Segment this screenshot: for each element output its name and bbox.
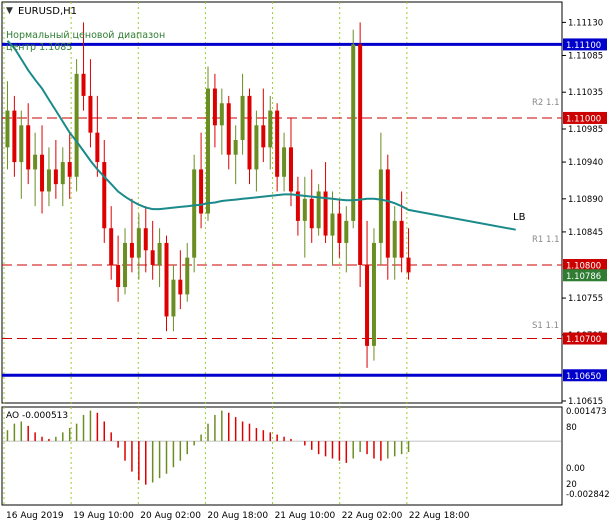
- price-badge-label: 1.11100: [566, 41, 601, 51]
- candle-body: [88, 95, 93, 133]
- candle-body: [406, 257, 411, 273]
- ao-level-0: 0.00: [566, 464, 585, 474]
- candle-body: [365, 264, 370, 346]
- candle-body: [95, 132, 100, 163]
- candle-body: [268, 110, 273, 148]
- candle-body: [67, 162, 72, 177]
- collapse-arrow-icon[interactable]: ▼: [6, 6, 13, 16]
- candle-body: [53, 169, 58, 185]
- candle-body: [123, 242, 128, 288]
- lb-label: LB: [513, 212, 526, 223]
- candle-body: [19, 125, 24, 163]
- candle-body: [192, 169, 197, 258]
- candle-body: [81, 73, 86, 96]
- indicator-name: Нормальный ценовой диапазон: [6, 30, 165, 41]
- price-badge-label: 1.10786: [566, 272, 601, 282]
- candle-body: [164, 242, 169, 317]
- candle-body: [150, 250, 155, 265]
- candle-body: [185, 257, 190, 295]
- candle-body: [351, 44, 356, 221]
- candle-body: [254, 125, 259, 170]
- candle-body: [143, 228, 148, 251]
- candle-body: [385, 169, 390, 258]
- candle-body: [199, 169, 204, 214]
- candle-body: [5, 110, 10, 148]
- price-tick-label: 1.10755: [568, 294, 603, 304]
- time-label: 20 Aug 18:00: [207, 511, 268, 521]
- time-label: 16 Aug 2019: [6, 511, 64, 521]
- price-badge-label: 1.10650: [566, 372, 601, 382]
- candle-body: [392, 220, 397, 258]
- candle-body: [206, 88, 210, 214]
- candle-body: [240, 95, 245, 141]
- candle-body: [261, 125, 266, 148]
- candle-body: [358, 44, 363, 265]
- candle-body: [212, 88, 217, 126]
- price-tick-label: 1.10845: [568, 228, 603, 238]
- price-scale: 1.11130 1.11085 1.11035 1.10985 1.10940 1.108…: [562, 18, 603, 407]
- candle-body: [378, 169, 383, 243]
- candle-body: [309, 198, 314, 229]
- candle-body: [102, 162, 107, 229]
- ao-scale-bottom: -0.002842: [566, 490, 609, 500]
- candle-body: [33, 154, 38, 170]
- pivot-r1-label: R1 1.1: [532, 235, 560, 245]
- candle-body: [288, 147, 293, 192]
- candle-body: [282, 147, 287, 177]
- ao-scale-top: 0.001473: [566, 407, 607, 417]
- price-tick-label: 1.11035: [568, 88, 603, 98]
- candle-body: [302, 198, 307, 221]
- trading-chart[interactable]: ▼ EURUSD,H1 Нормальный ценовой диапазон …: [0, 0, 609, 525]
- pivot-r2-label: R2 1.1: [532, 98, 560, 108]
- candle-body: [344, 220, 349, 243]
- candle-body: [60, 162, 65, 185]
- time-label: 20 Aug 02:00: [140, 511, 201, 521]
- time-label: 22 Aug 18:00: [409, 511, 470, 521]
- candle-body: [178, 279, 183, 295]
- ao-panel[interactable]: [1, 406, 563, 506]
- price-tick-label: 1.10985: [568, 125, 603, 135]
- pivot-s1-label: S1 1.1: [532, 321, 559, 331]
- time-axis: 16 Aug 2019 19 Aug 10:00 20 Aug 02:00 20 Au…: [6, 511, 470, 521]
- candle-body: [157, 242, 162, 265]
- candle-body: [233, 140, 238, 155]
- price-tick-label: 1.10615: [568, 397, 603, 407]
- candle-body: [219, 103, 224, 126]
- price-badge-label: 1.11000: [566, 114, 601, 124]
- candle-body: [129, 242, 134, 258]
- ao-label: AO -0.000513: [6, 411, 68, 421]
- time-label: 19 Aug 10:00: [73, 511, 134, 521]
- price-tick-label: 1.11085: [568, 51, 603, 61]
- candle-body: [109, 228, 114, 265]
- price-tick-label: 1.10940: [568, 158, 603, 168]
- candle-body: [46, 169, 51, 192]
- time-label: 21 Aug 10:00: [275, 511, 336, 521]
- candle-body: [399, 220, 404, 258]
- symbol-label: EURUSD,H1: [18, 6, 77, 17]
- candle-body: [116, 264, 121, 288]
- candle-body: [247, 95, 252, 170]
- candle-body: [171, 279, 176, 317]
- indicator-detail: центр 1.1085: [6, 42, 72, 53]
- candle-body: [40, 154, 45, 192]
- ao-level-20: 20: [566, 480, 577, 490]
- time-label: 22 Aug 02:00: [342, 511, 403, 521]
- candle-body: [12, 110, 17, 163]
- ao-level-80: 80: [566, 423, 577, 433]
- candle-body: [337, 213, 342, 243]
- price-tick-label: 1.11130: [568, 18, 603, 28]
- candle-body: [226, 103, 231, 155]
- price-tick-label: 1.10890: [568, 195, 603, 205]
- main-panel[interactable]: [1, 1, 563, 404]
- candle-body: [330, 213, 335, 236]
- candle-body: [371, 242, 376, 346]
- price-badge-label: 1.10700: [566, 335, 601, 345]
- candle-body: [26, 125, 31, 170]
- candle-body: [74, 73, 79, 177]
- candle-body: [136, 228, 141, 258]
- candle-body: [275, 110, 280, 177]
